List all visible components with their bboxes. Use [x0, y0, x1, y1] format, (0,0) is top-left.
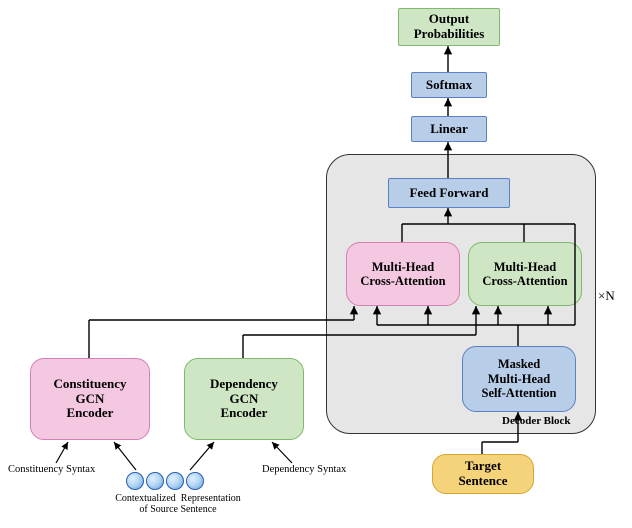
decoder-block-label: Decoder Block — [502, 415, 571, 427]
cross-attention-right: Multi-Head Cross-Attention — [468, 242, 582, 306]
vector-dot — [186, 472, 204, 490]
softmax-block: Softmax — [411, 72, 487, 98]
dependency-syntax-label: Dependency Syntax — [262, 464, 346, 475]
linear-block: Linear — [411, 116, 487, 142]
times-n-label: ×N — [598, 288, 615, 304]
masked-self-attention: Masked Multi-Head Self-Attention — [462, 346, 576, 412]
vector-dot — [166, 472, 184, 490]
constituency-gcn-encoder: Constituency GCN Encoder — [30, 358, 150, 440]
vector-dot — [126, 472, 144, 490]
constituency-syntax-label: Constituency Syntax — [8, 464, 95, 475]
output-probabilities: Output Probabilities — [398, 8, 500, 46]
vector-dot — [146, 472, 164, 490]
contextual-representation-vectors — [126, 472, 204, 490]
cross-attention-left: Multi-Head Cross-Attention — [346, 242, 460, 306]
dependency-gcn-encoder: Dependency GCN Encoder — [184, 358, 304, 440]
target-sentence-input: Target Sentence — [432, 454, 534, 494]
context-representation-caption: Contextualized Representation of Source … — [108, 493, 248, 515]
feed-forward-block: Feed Forward — [388, 178, 510, 208]
